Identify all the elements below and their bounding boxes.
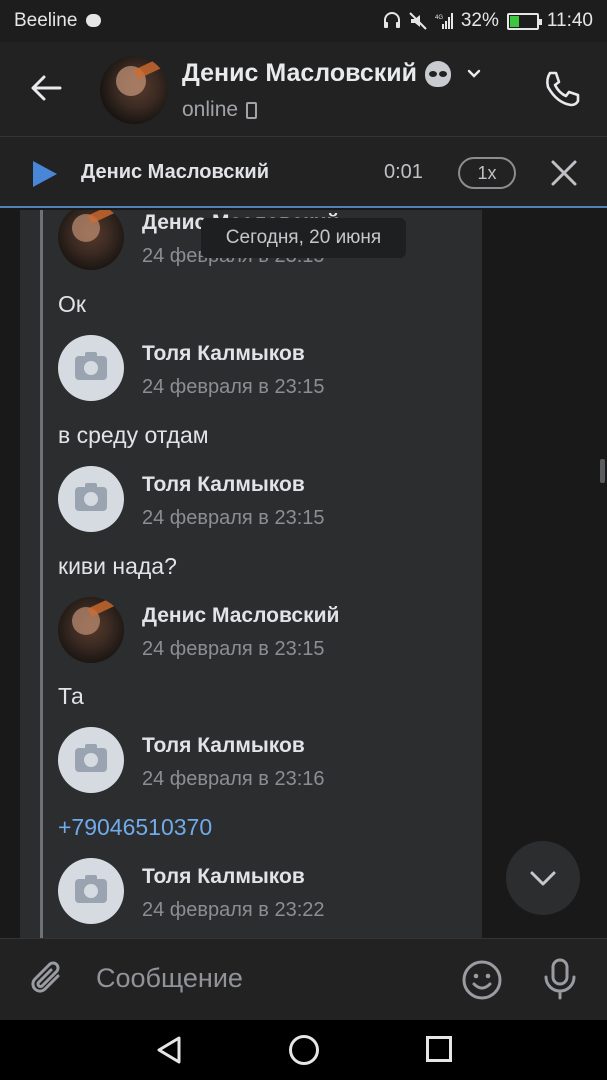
battery-icon <box>506 12 542 30</box>
contact-status: online <box>182 98 258 122</box>
message-date: 24 февраля в 23:15 <box>142 507 325 529</box>
svg-text:4G: 4G <box>435 15 443 21</box>
play-icon[interactable] <box>33 161 57 187</box>
forwarded-author: Толя Калмыков 24 февраля в 23:15 <box>58 335 458 403</box>
message-date: 24 февраля в 23:15 <box>142 638 325 660</box>
headphones-icon <box>383 12 400 28</box>
scroll-down-button[interactable] <box>506 841 580 915</box>
forwarded-line <box>40 210 43 938</box>
author-name: Толя Калмыков <box>142 865 305 888</box>
player-track-title[interactable]: Денис Масловский <box>81 161 269 184</box>
forwarded-author: Толя Калмыков 24 февраля в 23:15 <box>58 466 458 534</box>
chevron-down-icon <box>530 871 556 886</box>
author-avatar <box>58 210 124 270</box>
message-input[interactable]: Сообщение <box>96 963 243 994</box>
message-composer: Сообщение <box>0 938 607 1020</box>
message-text: в среду отдам <box>58 422 209 448</box>
nav-back-icon[interactable] <box>155 1035 185 1065</box>
back-arrow-icon[interactable] <box>26 68 66 108</box>
contact-title[interactable]: Денис Масловский <box>182 59 481 88</box>
microphone-icon[interactable] <box>540 957 580 1001</box>
signal-icon: 4G <box>435 13 453 29</box>
author-name: Толя Калмыков <box>142 734 305 757</box>
camera-icon <box>75 352 107 380</box>
alien-emoji-icon <box>425 60 451 87</box>
message-date: 24 февраля в 23:22 <box>142 899 325 921</box>
message-date: 24 февраля в 23:15 <box>142 376 325 398</box>
smiley-icon[interactable] <box>461 959 503 1001</box>
player-time: 0:01 <box>384 161 423 183</box>
message-icon <box>86 14 101 27</box>
audio-player: Денис Масловский 0:01 1x <box>0 136 607 208</box>
call-icon[interactable] <box>541 68 583 110</box>
author-name: Денис Масловский <box>142 604 340 627</box>
author-avatar <box>58 727 124 793</box>
playback-speed-button[interactable]: 1x <box>458 157 516 189</box>
close-icon[interactable] <box>548 157 580 189</box>
author-name: Толя Калмыков <box>142 473 305 496</box>
camera-icon <box>75 744 107 772</box>
camera-icon <box>75 483 107 511</box>
status-bar: Beeline 4G 32% 11:40 <box>0 0 607 42</box>
mute-icon <box>409 12 427 30</box>
system-nav-bar <box>0 1020 607 1080</box>
chevron-down-icon <box>467 69 481 78</box>
chat-header: Денис Масловский online <box>0 42 607 136</box>
author-avatar <box>58 466 124 532</box>
forwarded-author: Денис Масловский 24 февраля в 23:15 <box>58 597 458 665</box>
paperclip-icon[interactable] <box>28 959 68 999</box>
camera-icon <box>75 875 107 903</box>
nav-recent-apps-icon[interactable] <box>426 1036 452 1062</box>
author-avatar <box>58 597 124 663</box>
forwarded-author: Толя Калмыков 24 февраля в 23:16 <box>58 727 458 795</box>
battery-percent: 32% <box>460 10 499 31</box>
mobile-phone-icon <box>246 101 258 119</box>
author-avatar <box>58 335 124 401</box>
author-avatar <box>58 858 124 924</box>
message-text: Ок <box>58 291 86 317</box>
contact-name: Денис Масловский <box>182 59 417 87</box>
phone-number-link[interactable]: +79046510370 <box>58 814 212 841</box>
message-list[interactable]: Денис Масловский 24 февраля в 23:15 Ок Т… <box>0 210 607 938</box>
nav-home-icon[interactable] <box>289 1035 319 1065</box>
forwarded-author: Толя Калмыков 24 февраля в 23:22 <box>58 858 458 926</box>
contact-avatar[interactable] <box>100 56 168 124</box>
date-separator: Сегодня, 20 июня <box>201 218 406 258</box>
message-text: Та <box>58 683 84 709</box>
author-name: Толя Калмыков <box>142 342 305 365</box>
message-text: киви нада? <box>58 553 177 579</box>
carrier-name: Beeline <box>14 10 78 31</box>
online-status: online <box>182 98 239 121</box>
clock: 11:40 <box>546 10 593 31</box>
message-date: 24 февраля в 23:16 <box>142 768 325 790</box>
scrollbar[interactable] <box>600 459 605 483</box>
